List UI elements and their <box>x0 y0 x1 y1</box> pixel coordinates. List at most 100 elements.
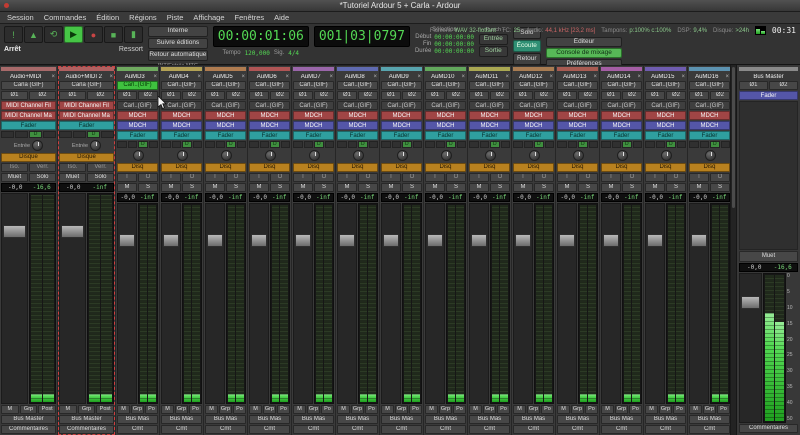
close-icon[interactable]: × <box>328 73 334 81</box>
phase-2-button[interactable]: Ø2 <box>622 91 642 100</box>
gain-display[interactable]: -0,0 -inf <box>381 193 422 202</box>
solo-lock-button[interactable]: O <box>446 173 466 182</box>
metering-button[interactable]: M <box>425 405 438 414</box>
close-icon[interactable]: × <box>416 73 422 81</box>
phase-2-button[interactable]: Ø2 <box>402 91 422 100</box>
routing-cell[interactable] <box>513 141 523 148</box>
master-processor-box[interactable] <box>739 101 798 250</box>
phase-2-button[interactable]: Ø2 <box>182 91 202 100</box>
routing-cell[interactable] <box>413 141 423 148</box>
input-button[interactable]: Carl..(GIF) <box>689 81 730 90</box>
strip-header[interactable]: AuMD14 × <box>601 72 642 81</box>
strip-header[interactable]: AuMD6 × <box>249 72 290 81</box>
solo-lock-button[interactable]: O <box>490 173 510 182</box>
routing-cell[interactable]: D <box>182 141 192 148</box>
metering-button[interactable]: M <box>645 405 658 414</box>
meter-point-button[interactable]: Po <box>233 405 246 414</box>
strip-header[interactable]: AuMD16 × <box>689 72 730 81</box>
gain-fader[interactable] <box>601 203 621 404</box>
solo-isolate-button[interactable]: I <box>249 173 269 182</box>
solo-button[interactable]: S <box>622 183 642 192</box>
routing-cell[interactable]: D <box>534 141 544 148</box>
routing-cell[interactable] <box>612 141 622 148</box>
strip-color-band[interactable] <box>513 67 554 71</box>
processor-button[interactable]: Fader <box>1 121 56 130</box>
processor-button[interactable]: MDCH <box>557 121 598 130</box>
metering-button[interactable]: M <box>249 405 262 414</box>
disk-monitor-button[interactable]: Disq <box>117 163 158 172</box>
gain-fader[interactable] <box>381 203 401 404</box>
routing-cell[interactable] <box>721 141 731 148</box>
meter-point-button[interactable]: Po <box>585 405 598 414</box>
comments-button[interactable]: Commentaires <box>59 425 114 434</box>
strip-header[interactable]: AuMD11 × <box>469 72 510 81</box>
processor-button[interactable]: Fader <box>161 131 202 140</box>
master-phase-1-button[interactable]: Ø1 <box>739 81 768 90</box>
master-comments-button[interactable]: Commentaires <box>739 424 798 433</box>
input-button[interactable]: Carl..(GIF) <box>249 81 290 90</box>
solo-lock-button[interactable]: Verr. <box>87 163 114 172</box>
routing-cell[interactable] <box>161 141 171 148</box>
routing-cell[interactable] <box>101 131 114 138</box>
meter-point-button[interactable]: Po <box>145 405 158 414</box>
selection-clock-value[interactable]: 00:00:00:00 <box>434 34 474 41</box>
solo-button[interactable]: S <box>710 183 730 192</box>
output-button[interactable]: Bus Mas <box>513 415 554 424</box>
phase-2-button[interactable]: Ø2 <box>446 91 466 100</box>
processor-button[interactable]: MDCH <box>381 121 422 130</box>
fader-handle[interactable] <box>119 234 135 247</box>
input-button[interactable]: Carla (GIF) <box>59 81 114 90</box>
mute-button[interactable]: M <box>205 183 225 192</box>
trim-knob[interactable] <box>177 150 188 161</box>
processor-button[interactable]: Fader <box>689 131 730 140</box>
processor-button[interactable]: MDCH <box>425 111 466 120</box>
meter-point-button[interactable]: Po <box>321 405 334 414</box>
trim-knob[interactable] <box>573 150 584 161</box>
strip-header[interactable]: AuMD4 × <box>161 72 202 81</box>
routing-cell[interactable]: D <box>138 141 148 148</box>
master-phase-2-button[interactable]: Ø2 <box>769 81 798 90</box>
master-gain-display[interactable]: -0,0 -16,6 <box>739 263 798 272</box>
routing-cell[interactable] <box>369 141 379 148</box>
trim-knob[interactable] <box>705 150 716 161</box>
strip-header[interactable]: Audio+MIDI × <box>1 72 56 81</box>
close-icon[interactable]: × <box>196 73 202 81</box>
processor-button[interactable]: MIDI Channel Ma <box>1 111 56 120</box>
phase-1-button[interactable]: Ø1 <box>513 91 533 100</box>
routing-cell[interactable] <box>237 141 247 148</box>
disk-monitor-button[interactable]: Disq <box>249 163 290 172</box>
solo-button[interactable]: S <box>578 183 598 192</box>
output-button[interactable]: Bus Mas <box>381 415 422 424</box>
disk-monitor-button[interactable]: Disq <box>381 163 422 172</box>
fader-handle[interactable] <box>471 234 487 247</box>
routing-cell[interactable]: D <box>710 141 720 148</box>
phase-2-button[interactable]: Ø2 <box>270 91 290 100</box>
mute-button[interactable]: M <box>381 183 401 192</box>
routing-cell[interactable] <box>568 141 578 148</box>
processor-button[interactable]: MDCH <box>513 121 554 130</box>
routing-cell[interactable]: D <box>29 131 42 138</box>
menu-item[interactable]: Édition <box>96 13 119 22</box>
mute-button[interactable]: Muet <box>59 173 86 182</box>
output-button[interactable]: Bus Mas <box>689 415 730 424</box>
strip-color-band[interactable] <box>249 67 290 71</box>
metering-button[interactable]: M <box>601 405 614 414</box>
gain-display[interactable]: -0,0 -inf <box>601 193 642 202</box>
solo-lock-button[interactable]: O <box>402 173 422 182</box>
mute-button[interactable]: M <box>645 183 665 192</box>
comments-button[interactable]: Cmt <box>601 425 642 434</box>
group-button[interactable]: Grp <box>527 405 540 414</box>
solo-lock-button[interactable]: O <box>270 173 290 182</box>
solo-lock-button[interactable]: O <box>138 173 158 182</box>
solo-lock-button[interactable]: O <box>314 173 334 182</box>
comments-button[interactable]: Cmt <box>161 425 202 434</box>
strip-color-band[interactable] <box>205 67 246 71</box>
routing-cell[interactable]: D <box>226 141 236 148</box>
solo-button[interactable]: S <box>138 183 158 192</box>
metering-button[interactable]: M <box>1 405 19 414</box>
output-button[interactable]: Bus Mas <box>117 415 158 424</box>
menu-item[interactable]: Commandes <box>44 13 87 22</box>
phase-2-button[interactable]: Ø2 <box>87 91 114 100</box>
disk-monitor-button[interactable]: Disq <box>205 163 246 172</box>
group-button[interactable]: Grp <box>483 405 496 414</box>
